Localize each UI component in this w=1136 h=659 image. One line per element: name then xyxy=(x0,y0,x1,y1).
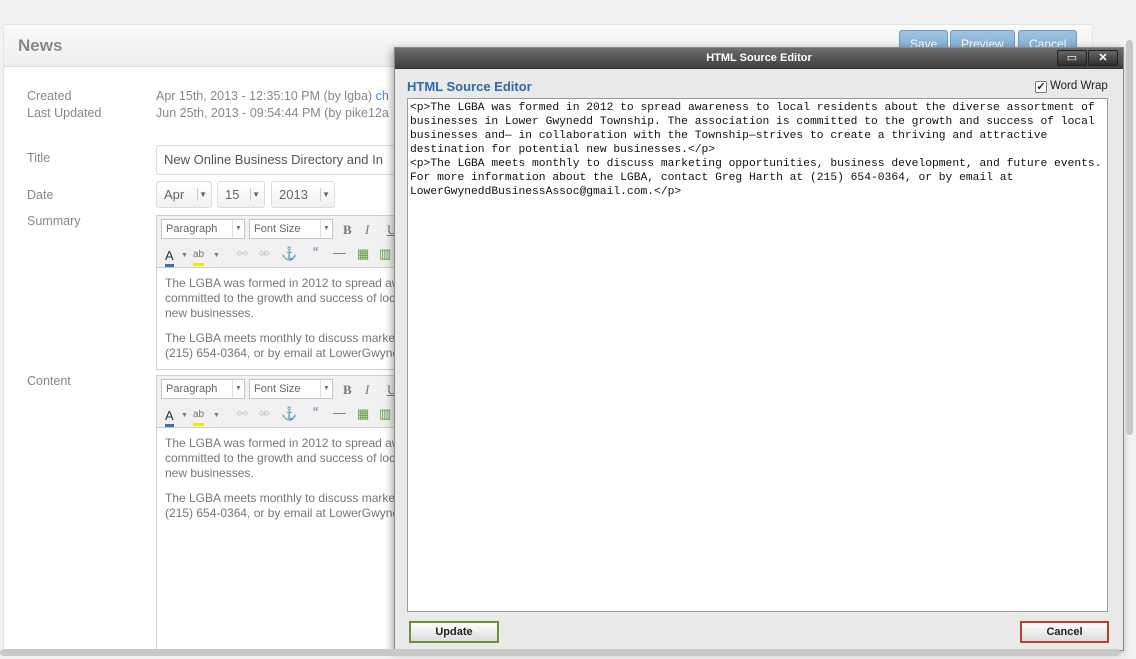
change-link[interactable]: ch xyxy=(376,89,389,103)
chevron-down-icon: ▼ xyxy=(320,380,332,398)
image-icon[interactable]: ▦ xyxy=(357,246,369,262)
unlink-icon[interactable]: ⚮ xyxy=(259,246,270,262)
blockquote-icon[interactable]: “ xyxy=(313,246,318,262)
text-color-icon[interactable]: A xyxy=(165,248,174,267)
chevron-down-icon: ▼ xyxy=(250,188,260,201)
italic-icon[interactable]: I xyxy=(365,382,369,398)
content-label: Content xyxy=(27,374,71,388)
updated-label: Last Updated xyxy=(27,106,102,120)
format-select[interactable]: Paragraph ▼ xyxy=(161,379,245,399)
chevron-down-icon[interactable]: ▼ xyxy=(181,408,188,424)
font-size-select[interactable]: Font Size ▼ xyxy=(249,379,333,399)
chevron-down-icon[interactable]: ▼ xyxy=(213,408,220,424)
format-select[interactable]: Paragraph ▼ xyxy=(161,219,245,239)
dialog-heading: HTML Source Editor xyxy=(407,79,532,94)
anchor-icon[interactable]: ⚓ xyxy=(281,406,297,422)
title-input[interactable]: New Online Business Directory and In xyxy=(156,145,416,175)
word-wrap-label[interactable]: Word Wrap xyxy=(1050,80,1108,92)
cancel-button[interactable]: Cancel xyxy=(1020,621,1109,643)
anchor-icon[interactable]: ⚓ xyxy=(281,246,297,262)
chevron-down-icon: ▼ xyxy=(320,220,332,238)
title-label: Title xyxy=(27,151,51,165)
date-year-select[interactable]: 2013 ▼ xyxy=(271,181,335,208)
maximize-icon[interactable]: ▭ xyxy=(1057,50,1087,66)
link-icon[interactable]: ⚯ xyxy=(237,246,248,262)
created-label: Created xyxy=(27,89,72,103)
vertical-scroll-thumb[interactable] xyxy=(1126,40,1133,435)
bold-icon[interactable]: B xyxy=(343,222,352,238)
blockquote-icon[interactable]: “ xyxy=(313,406,318,422)
highlight-icon[interactable]: ab xyxy=(193,247,205,266)
date-label: Date xyxy=(27,188,54,202)
update-button[interactable]: Update xyxy=(409,621,499,643)
text-color-icon[interactable]: A xyxy=(165,408,174,427)
created-value: Apr 15th, 2013 - 12:35:10 PM (by lgba) c… xyxy=(156,89,389,103)
vertical-scrollbar[interactable] xyxy=(1125,0,1134,640)
link-icon[interactable]: ⚯ xyxy=(237,406,248,422)
summary-label: Summary xyxy=(27,214,81,228)
italic-icon[interactable]: I xyxy=(365,222,369,238)
horizontal-rule-icon[interactable]: — xyxy=(333,405,346,421)
media-icon[interactable]: ▥ xyxy=(379,246,391,262)
page-title: News xyxy=(18,36,63,55)
unlink-icon[interactable]: ⚮ xyxy=(259,406,270,422)
html-source-editor-dialog: HTML Source Editor ▭ ✕ HTML Source Edito… xyxy=(394,47,1124,651)
chevron-down-icon[interactable]: ▼ xyxy=(213,248,220,264)
highlight-icon[interactable]: ab xyxy=(193,407,205,426)
image-icon[interactable]: ▦ xyxy=(357,406,369,422)
bold-icon[interactable]: B xyxy=(343,382,352,398)
word-wrap-checkbox[interactable]: ✓ xyxy=(1035,81,1047,93)
chevron-down-icon: ▼ xyxy=(232,220,244,238)
chevron-down-icon[interactable]: ▼ xyxy=(181,248,188,264)
horizontal-rule-icon[interactable]: — xyxy=(333,245,346,261)
date-month-select[interactable]: Apr ▼ xyxy=(156,181,212,208)
horizontal-scrollbar[interactable] xyxy=(0,648,1126,657)
chevron-down-icon: ▼ xyxy=(232,380,244,398)
date-day-select[interactable]: 15 ▼ xyxy=(217,181,265,208)
horizontal-scroll-thumb[interactable] xyxy=(0,649,1120,656)
dialog-title: HTML Source Editor xyxy=(706,52,812,64)
font-size-select[interactable]: Font Size ▼ xyxy=(249,219,333,239)
updated-value: Jun 25th, 2013 - 09:54:44 PM (by pike12a xyxy=(156,106,389,120)
html-source-textarea[interactable]: <p>The LGBA was formed in 2012 to spread… xyxy=(407,98,1108,612)
chevron-down-icon: ▼ xyxy=(197,188,207,201)
close-icon[interactable]: ✕ xyxy=(1088,50,1118,66)
dialog-titlebar[interactable]: HTML Source Editor ▭ ✕ xyxy=(395,48,1123,69)
chevron-down-icon: ▼ xyxy=(320,188,330,201)
media-icon[interactable]: ▥ xyxy=(379,406,391,422)
